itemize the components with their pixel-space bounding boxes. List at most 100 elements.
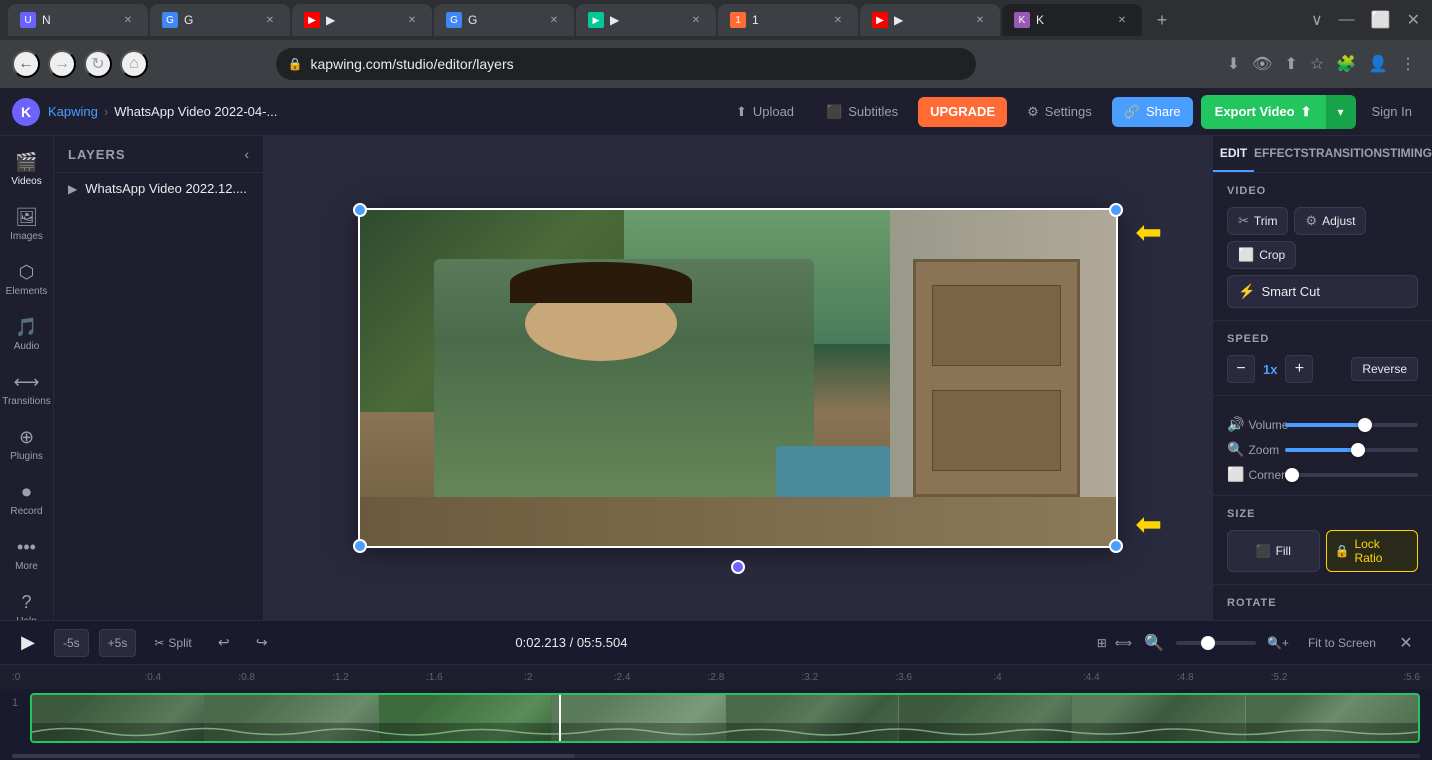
tab-6[interactable]: 1 1 ✕ (718, 4, 858, 36)
tab-transitions[interactable]: TRANSITIONS (1309, 136, 1390, 172)
trim-button[interactable]: ✂ Trim (1227, 207, 1288, 235)
tab-list-button[interactable]: ∨ (1307, 6, 1327, 34)
corners-slider[interactable] (1285, 473, 1418, 477)
tab-6-close[interactable]: ✕ (830, 12, 846, 28)
redo-button[interactable]: ↪ (248, 629, 276, 657)
subtitles-button[interactable]: ⬛ Subtitles (814, 97, 910, 127)
tab-1-close[interactable]: ✕ (120, 12, 136, 28)
back-button[interactable]: ← (12, 50, 40, 78)
sidebar-item-plugins[interactable]: ⊕ Plugins (3, 419, 51, 470)
play-button[interactable]: ▶ (12, 627, 44, 659)
sidebar-item-transitions[interactable]: ⟷ Transitions (3, 364, 51, 415)
upgrade-label: UPGRADE (930, 104, 995, 119)
canvas-area[interactable]: ⬅ ⬅ (264, 136, 1212, 620)
expand-icon[interactable]: ⟺ (1115, 636, 1132, 650)
smart-cut-button[interactable]: ⚡ Smart Cut (1227, 275, 1418, 308)
sidebar-item-more[interactable]: ••• More (3, 529, 51, 580)
volume-thumb[interactable] (1358, 418, 1372, 432)
sidebar-item-videos[interactable]: 🎬 Videos (3, 144, 51, 195)
breadcrumb-link[interactable]: Kapwing (48, 104, 98, 119)
zoom-slider-thumb[interactable] (1201, 636, 1215, 650)
zoom-in-button[interactable]: 🔍+ (1264, 629, 1292, 657)
zoom-slider[interactable] (1285, 448, 1418, 452)
tab-3[interactable]: ▶ ▶ ✕ (292, 4, 432, 36)
download-icon[interactable]: ⬇ (1223, 50, 1244, 78)
minimize-button[interactable]: — (1335, 7, 1359, 33)
address-input[interactable]: 🔒 kapwing.com/studio/editor/layers (276, 48, 976, 80)
tab-4-close[interactable]: ✕ (546, 12, 562, 28)
upload-button[interactable]: ⬆ Upload (724, 97, 806, 127)
sidebar-item-audio[interactable]: 🎵 Audio (3, 309, 51, 360)
sidebar-item-record[interactable]: ⏺ Record (3, 474, 51, 525)
volume-slider[interactable] (1285, 423, 1418, 427)
reload-button[interactable]: ↻ (84, 50, 112, 78)
forward-button[interactable]: → (48, 50, 76, 78)
new-tab-button[interactable]: + (1148, 6, 1176, 34)
zoom-slider-timeline[interactable] (1176, 641, 1256, 645)
fit-to-frame-icon[interactable]: ⊞ (1097, 636, 1107, 650)
export-button[interactable]: Export Video ⬆ (1201, 95, 1326, 129)
reverse-button[interactable]: Reverse (1351, 357, 1418, 381)
tab-2-close[interactable]: ✕ (262, 12, 278, 28)
extensions-icon[interactable]: 🧩 (1332, 50, 1360, 78)
maximize-button[interactable]: ⬜ (1367, 6, 1395, 34)
zoom-thumb[interactable] (1351, 443, 1365, 457)
settings-label: Settings (1045, 104, 1092, 119)
profile-icon[interactable]: 👤 (1364, 50, 1392, 78)
fill-button[interactable]: ⬛ Fill (1227, 530, 1320, 572)
track-number: 1 (12, 697, 18, 709)
menu-icon[interactable]: ⋮ (1396, 50, 1420, 78)
export-dropdown-button[interactable]: ▾ (1326, 95, 1356, 129)
sign-in-button[interactable]: Sign In (1364, 104, 1420, 119)
tab-5[interactable]: ▶ ▶ ✕ (576, 4, 716, 36)
tab-8-close[interactable]: ✕ (1114, 12, 1130, 28)
tab-6-favicon: 1 (730, 12, 746, 28)
tab-4[interactable]: G G ✕ (434, 4, 574, 36)
crop-button[interactable]: ⬜ Crop (1227, 241, 1296, 269)
tab-effects[interactable]: EFFECTS (1254, 136, 1309, 172)
timeline-close-button[interactable]: ✕ (1392, 629, 1420, 657)
fill-icon: ⬛ (1256, 544, 1271, 558)
settings-button[interactable]: ⚙ Settings (1015, 97, 1104, 127)
sidebar-item-help[interactable]: ? Help (3, 584, 51, 620)
speed-increase-button[interactable]: + (1285, 355, 1313, 383)
lock-ratio-button[interactable]: 🔒 Lock Ratio (1326, 530, 1419, 572)
tab-4-title: G (468, 13, 540, 27)
handle-rotate[interactable] (731, 560, 745, 574)
layers-collapse-button[interactable]: ‹ (244, 146, 249, 162)
upgrade-button[interactable]: UPGRADE (918, 97, 1007, 127)
sidebar-item-elements[interactable]: ⬡ Elements (3, 254, 51, 305)
tab-8-active[interactable]: K K ✕ (1002, 4, 1142, 36)
home-button[interactable]: ⌂ (120, 50, 148, 78)
split-button[interactable]: ✂ Split (146, 629, 199, 657)
corners-thumb[interactable] (1285, 468, 1299, 482)
sidebar-item-images[interactable]: 🖼 Images (3, 199, 51, 250)
scrollbar-thumb[interactable] (12, 754, 575, 758)
fit-to-screen-button[interactable]: Fit to Screen (1300, 632, 1384, 654)
skip-back-button[interactable]: -5s (54, 629, 89, 657)
tab-7[interactable]: ▶ ▶ ✕ (860, 4, 1000, 36)
sidebar-videos-label: Videos (11, 176, 41, 187)
close-window-button[interactable]: ✕ (1403, 6, 1424, 34)
share-icon[interactable]: ⬆ (1280, 50, 1301, 78)
tab-5-close[interactable]: ✕ (688, 12, 704, 28)
tab-2[interactable]: G G ✕ (150, 4, 290, 36)
skip-forward-button[interactable]: +5s (99, 629, 137, 657)
track-content-1[interactable] (30, 693, 1420, 743)
lens-icon[interactable]: 👁 (1248, 50, 1276, 78)
tab-3-close[interactable]: ✕ (404, 12, 420, 28)
tab-8-title: K (1036, 13, 1108, 27)
zoom-out-button[interactable]: 🔍 (1140, 629, 1168, 657)
scrollbar-track[interactable] (12, 754, 1420, 758)
bookmark-icon[interactable]: ☆ (1306, 50, 1328, 78)
undo-button[interactable]: ↩ (210, 629, 238, 657)
ruler-mark-12: :1.2 (294, 672, 388, 683)
tab-1[interactable]: U N ✕ (8, 4, 148, 36)
tab-edit[interactable]: EDIT (1213, 136, 1254, 172)
tab-7-close[interactable]: ✕ (972, 12, 988, 28)
layer-item-1[interactable]: ▶ WhatsApp Video 2022.12.... (54, 173, 263, 204)
speed-decrease-button[interactable]: − (1227, 355, 1255, 383)
adjust-button[interactable]: ⚙ Adjust (1294, 207, 1366, 235)
share-button[interactable]: 🔗 Share (1112, 97, 1193, 127)
tab-timing[interactable]: TIMING (1390, 136, 1432, 172)
